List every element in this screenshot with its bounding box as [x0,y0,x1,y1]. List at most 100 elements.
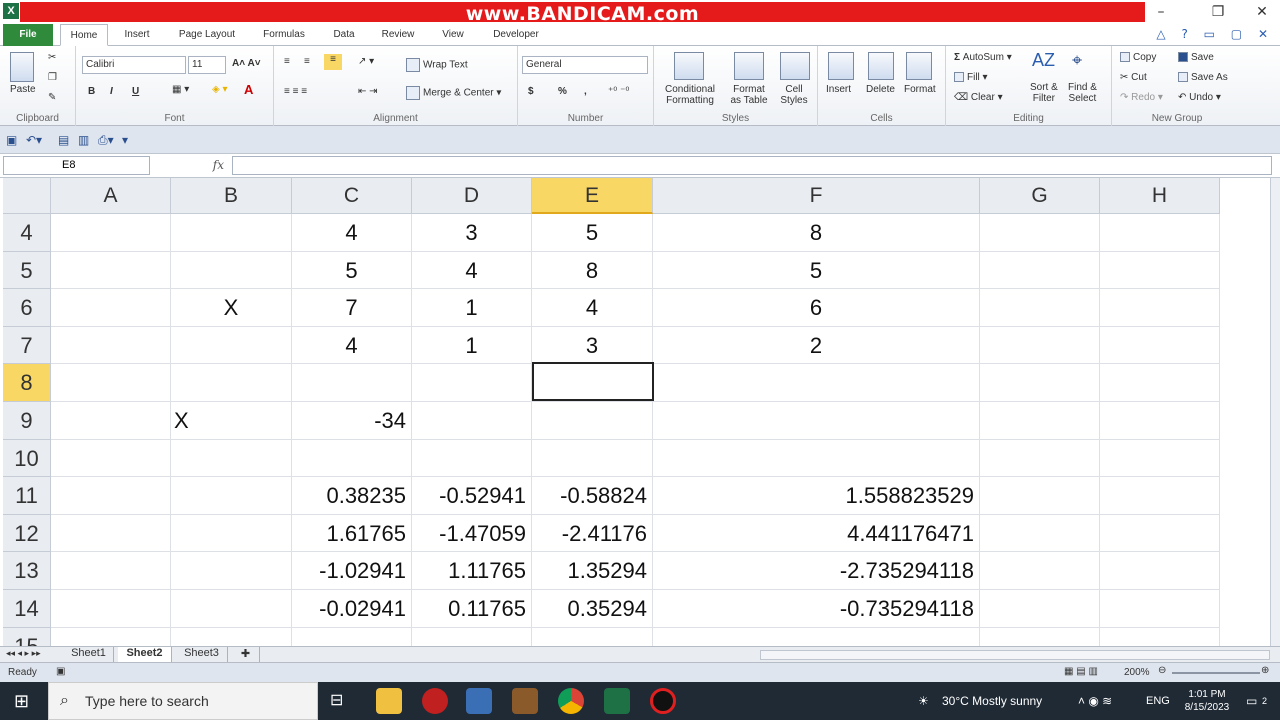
format-cells-icon[interactable] [906,52,932,80]
chrome-icon[interactable] [558,688,584,714]
cell-d8[interactable] [412,364,532,402]
cell-a13[interactable] [51,552,171,590]
formula-input[interactable] [232,156,1272,175]
column-header-g[interactable]: G [980,178,1100,214]
cell-d7[interactable]: 1 [412,326,532,365]
copy-icon[interactable]: ❐ [48,72,57,83]
bottom-align-icon[interactable]: ≡ [324,54,342,70]
cell-g10[interactable] [980,439,1100,478]
tab-home[interactable]: Home [60,24,108,46]
cell-a10[interactable] [51,439,171,478]
cell-a11[interactable] [51,477,171,515]
minimize-button[interactable]: – [1146,2,1176,22]
cell-h14[interactable] [1100,590,1220,628]
task-view-icon[interactable]: ⊟ [330,682,343,720]
top-align-icon[interactable]: ≡ [284,56,290,67]
orientation-icon[interactable]: ↗ ▾ [358,56,374,67]
insert-function-button[interactable]: fx [150,156,230,175]
cell-a9[interactable] [51,402,171,440]
borders-icon[interactable]: ▦ ▾ [172,84,189,95]
middle-align-icon[interactable]: ≡ [304,56,310,67]
cell-c9[interactable]: -34 [292,402,412,440]
merge-center-button[interactable]: Merge & Center ▾ [406,86,501,100]
tab-data[interactable]: Data [325,24,363,46]
cell-g7[interactable] [980,326,1100,365]
binoculars-icon[interactable]: ⌖ [1072,50,1082,71]
column-header-h[interactable]: H [1100,178,1220,214]
undo-qat-icon[interactable]: ↶▾ [26,133,42,147]
save-as-button[interactable]: Save As [1178,72,1228,83]
wrap-text-button[interactable]: Wrap Text [406,58,468,72]
delete-cells-icon[interactable] [868,52,894,80]
find-select-button[interactable]: Find & Select [1068,82,1097,104]
cell-e12[interactable]: -2.41176 [532,514,653,553]
font-name-select[interactable]: Calibri [82,56,186,74]
italic-button[interactable]: I [110,86,113,97]
cell-b6[interactable]: X [171,289,292,327]
cut-button[interactable]: ✂ Cut [1120,72,1147,83]
cell-g12[interactable] [980,514,1100,553]
row-header-12[interactable]: 12 [3,514,51,553]
sort-filter-button[interactable]: Sort & Filter [1030,82,1058,104]
fill-color-icon[interactable]: ◈ ▾ [212,84,228,95]
cell-b11[interactable] [171,477,292,515]
cell-h5[interactable] [1100,251,1220,290]
row-header-4[interactable]: 4 [3,214,51,252]
decimal-icon[interactable]: ⁺⁰ ⁻⁰ [608,86,629,97]
cell-e5[interactable]: 8 [532,251,653,290]
undo-button[interactable]: ↶ Undo ▾ [1178,92,1221,103]
zoom-level[interactable]: 200% [1124,667,1150,678]
row-header-9[interactable]: 9 [3,402,51,440]
cell-d13[interactable]: 1.11765 [412,552,532,590]
conditional-formatting-icon[interactable] [674,52,704,80]
cell-g11[interactable] [980,477,1100,515]
row-header-8[interactable]: 8 [3,364,51,402]
cell-e14[interactable]: 0.35294 [532,590,653,628]
cell-c5[interactable]: 5 [292,251,412,290]
conditional-formatting-button[interactable]: Conditional Formatting [660,84,720,106]
cell-d4[interactable]: 3 [412,214,532,252]
cell-styles-icon[interactable] [780,52,810,80]
autosum-button[interactable]: Σ AutoSum ▾ [954,52,1012,63]
cell-b10[interactable] [171,439,292,478]
close-button[interactable]: ✕ [1247,2,1277,22]
cell-f7[interactable]: 2 [653,326,980,365]
number-format-select[interactable]: General [522,56,648,74]
tab-formulas[interactable]: Formulas [254,24,314,46]
column-header-d[interactable]: D [412,178,532,214]
copy-button[interactable]: Copy [1120,52,1156,63]
row-header-7[interactable]: 7 [3,326,51,365]
cell-b13[interactable] [171,552,292,590]
format-painter-icon[interactable]: ✎ [48,92,56,103]
cell-h8[interactable] [1100,364,1220,402]
tab-view[interactable]: View [433,24,473,46]
cell-a4[interactable] [51,214,171,252]
cell-c4[interactable]: 4 [292,214,412,252]
cell-d15[interactable] [412,627,532,646]
insert-cells-icon[interactable] [828,52,854,80]
cell-h6[interactable] [1100,289,1220,327]
cell-a5[interactable] [51,251,171,290]
cell-c8[interactable] [292,364,412,402]
cell-c14[interactable]: -0.02941 [292,590,412,628]
cell-c7[interactable]: 4 [292,326,412,365]
paste-icon[interactable] [10,52,34,82]
sheet-tab-sheet1[interactable]: Sheet1 [64,647,114,663]
cell-d10[interactable] [412,439,532,478]
row-header-13[interactable]: 13 [3,552,51,590]
save-button[interactable]: Save [1178,52,1214,63]
percent-button[interactable]: % [558,86,567,97]
save-qat-icon[interactable]: ▣ [6,133,17,147]
underline-button[interactable]: U [132,86,139,97]
row-header-10[interactable]: 10 [3,439,51,478]
cell-f4[interactable]: 8 [653,214,980,252]
new-sheet-icon[interactable]: ✚ [232,647,260,663]
view-mode-icons[interactable]: ▦ ▤ ▥ [1064,666,1098,677]
cell-f12[interactable]: 4.441176471 [653,514,980,553]
zoom-slider[interactable] [1172,672,1260,674]
cell-a14[interactable] [51,590,171,628]
vertical-scrollbar[interactable] [1270,178,1280,646]
comma-button[interactable]: , [584,86,587,97]
language-indicator[interactable]: ENG [1146,682,1170,720]
insert-cells-button[interactable]: Insert [826,84,851,95]
